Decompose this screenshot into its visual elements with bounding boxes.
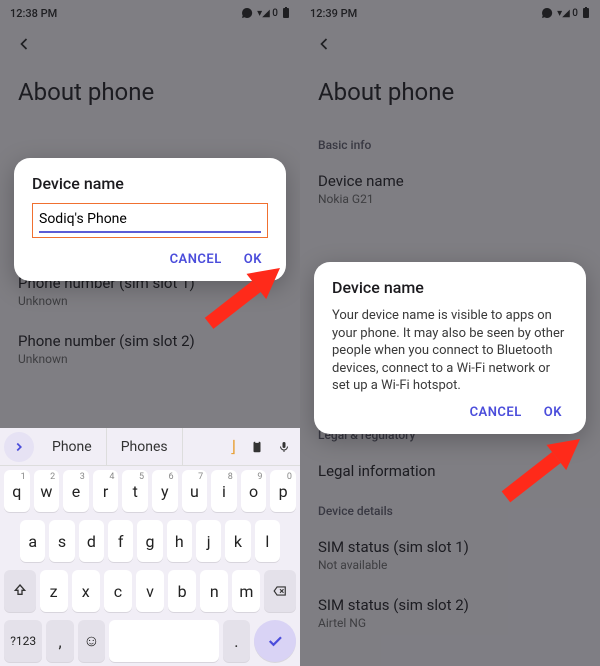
key-d[interactable]: d [79, 520, 104, 562]
ok-button[interactable]: OK [544, 405, 562, 420]
suggestion-row: Phone Phones ⌋ [0, 428, 300, 466]
status-time: 12:38 PM [10, 7, 57, 20]
key-r[interactable]: r4 [93, 470, 119, 512]
key-q[interactable]: q1 [4, 470, 30, 512]
chevron-right-icon[interactable] [4, 432, 34, 462]
key-e[interactable]: e3 [63, 470, 89, 512]
signal-icon: ▾◢ 0 [257, 8, 278, 19]
shift-key[interactable] [4, 570, 36, 612]
dialog-title: Device name [32, 174, 268, 193]
key-l[interactable]: l [255, 520, 280, 562]
key-p[interactable]: p0 [270, 470, 296, 512]
list-item-legal-info[interactable]: Legal information [318, 452, 582, 496]
key-i[interactable]: i8 [211, 470, 237, 512]
section-device-details: Device details [318, 504, 582, 518]
screen-right: 12:39 PM ▾◢ 0 About phone Basic info Dev… [300, 0, 600, 666]
back-row [300, 26, 600, 58]
cancel-button[interactable]: CANCEL [170, 252, 222, 267]
key-j[interactable]: j [196, 520, 221, 562]
key-z[interactable]: z [40, 570, 68, 612]
key-v[interactable]: v [136, 570, 164, 612]
page-title: About phone [300, 58, 600, 130]
key-m[interactable]: m [232, 570, 260, 612]
signal-icon: ▾◢ 0 [557, 8, 578, 19]
key-s[interactable]: s [49, 520, 74, 562]
sticker-icon[interactable]: ⌋ [230, 437, 236, 456]
key-x[interactable]: x [72, 570, 100, 612]
space-key[interactable] [109, 620, 219, 662]
key-u[interactable]: u7 [182, 470, 208, 512]
page-title: About phone [0, 58, 300, 130]
screen-left: 12:38 PM ▾◢ 0 About phone User Experienc… [0, 0, 300, 666]
key-b[interactable]: b [168, 570, 196, 612]
battery-icon [282, 7, 290, 19]
key-g[interactable]: g [137, 520, 162, 562]
battery-icon [582, 7, 590, 19]
cancel-button[interactable]: CANCEL [470, 405, 522, 420]
comma-key[interactable]: , [46, 620, 73, 662]
back-icon[interactable] [314, 34, 586, 54]
key-h[interactable]: h [167, 520, 192, 562]
list-item-sim2[interactable]: Phone number (sim slot 2) Unknown [18, 322, 282, 380]
back-icon[interactable] [14, 34, 286, 54]
whatsapp-icon [541, 7, 553, 19]
suggestion-1[interactable]: Phone [38, 428, 107, 465]
status-time: 12:39 PM [310, 7, 357, 20]
key-a[interactable]: a [20, 520, 45, 562]
list-item-sim-status-2[interactable]: SIM status (sim slot 2) Airtel NG [318, 586, 582, 644]
suggestion-2[interactable]: Phones [107, 428, 183, 465]
whatsapp-icon [241, 7, 253, 19]
device-name-info-dialog: Device name Your device name is visible … [314, 262, 586, 434]
symbols-key[interactable]: ?123 [4, 620, 42, 662]
mic-icon[interactable] [278, 439, 290, 455]
status-bar: 12:39 PM ▾◢ 0 [300, 0, 600, 26]
key-o[interactable]: o9 [241, 470, 267, 512]
key-w[interactable]: w2 [34, 470, 60, 512]
key-c[interactable]: c [104, 570, 132, 612]
emoji-key[interactable]: ☺ [78, 620, 105, 662]
back-row [0, 26, 300, 58]
key-y[interactable]: y6 [152, 470, 178, 512]
clipboard-icon[interactable] [250, 439, 264, 455]
enter-key[interactable] [254, 620, 296, 662]
period-key[interactable]: . [223, 620, 250, 662]
dialog-body: Your device name is visible to apps on y… [332, 307, 568, 395]
key-f[interactable]: f [108, 520, 133, 562]
device-name-dialog: Device name CANCEL OK [14, 158, 286, 281]
device-name-input[interactable] [39, 209, 261, 233]
key-t[interactable]: t5 [122, 470, 148, 512]
dialog-input-wrap [32, 203, 268, 238]
list-item-sim-status-1[interactable]: SIM status (sim slot 1) Not available [318, 528, 582, 586]
list-item-device-name[interactable]: Device name Nokia G21 [318, 162, 582, 220]
section-basic-info: Basic info [318, 138, 582, 152]
keyboard[interactable]: Phone Phones ⌋ q1w2e3r4t5y6u7i8o9p0 asdf… [0, 428, 300, 666]
key-k[interactable]: k [225, 520, 250, 562]
key-n[interactable]: n [200, 570, 228, 612]
dialog-title: Device name [332, 278, 568, 297]
ok-button[interactable]: OK [244, 252, 262, 267]
backspace-key[interactable] [264, 570, 296, 612]
status-bar: 12:38 PM ▾◢ 0 [0, 0, 300, 26]
